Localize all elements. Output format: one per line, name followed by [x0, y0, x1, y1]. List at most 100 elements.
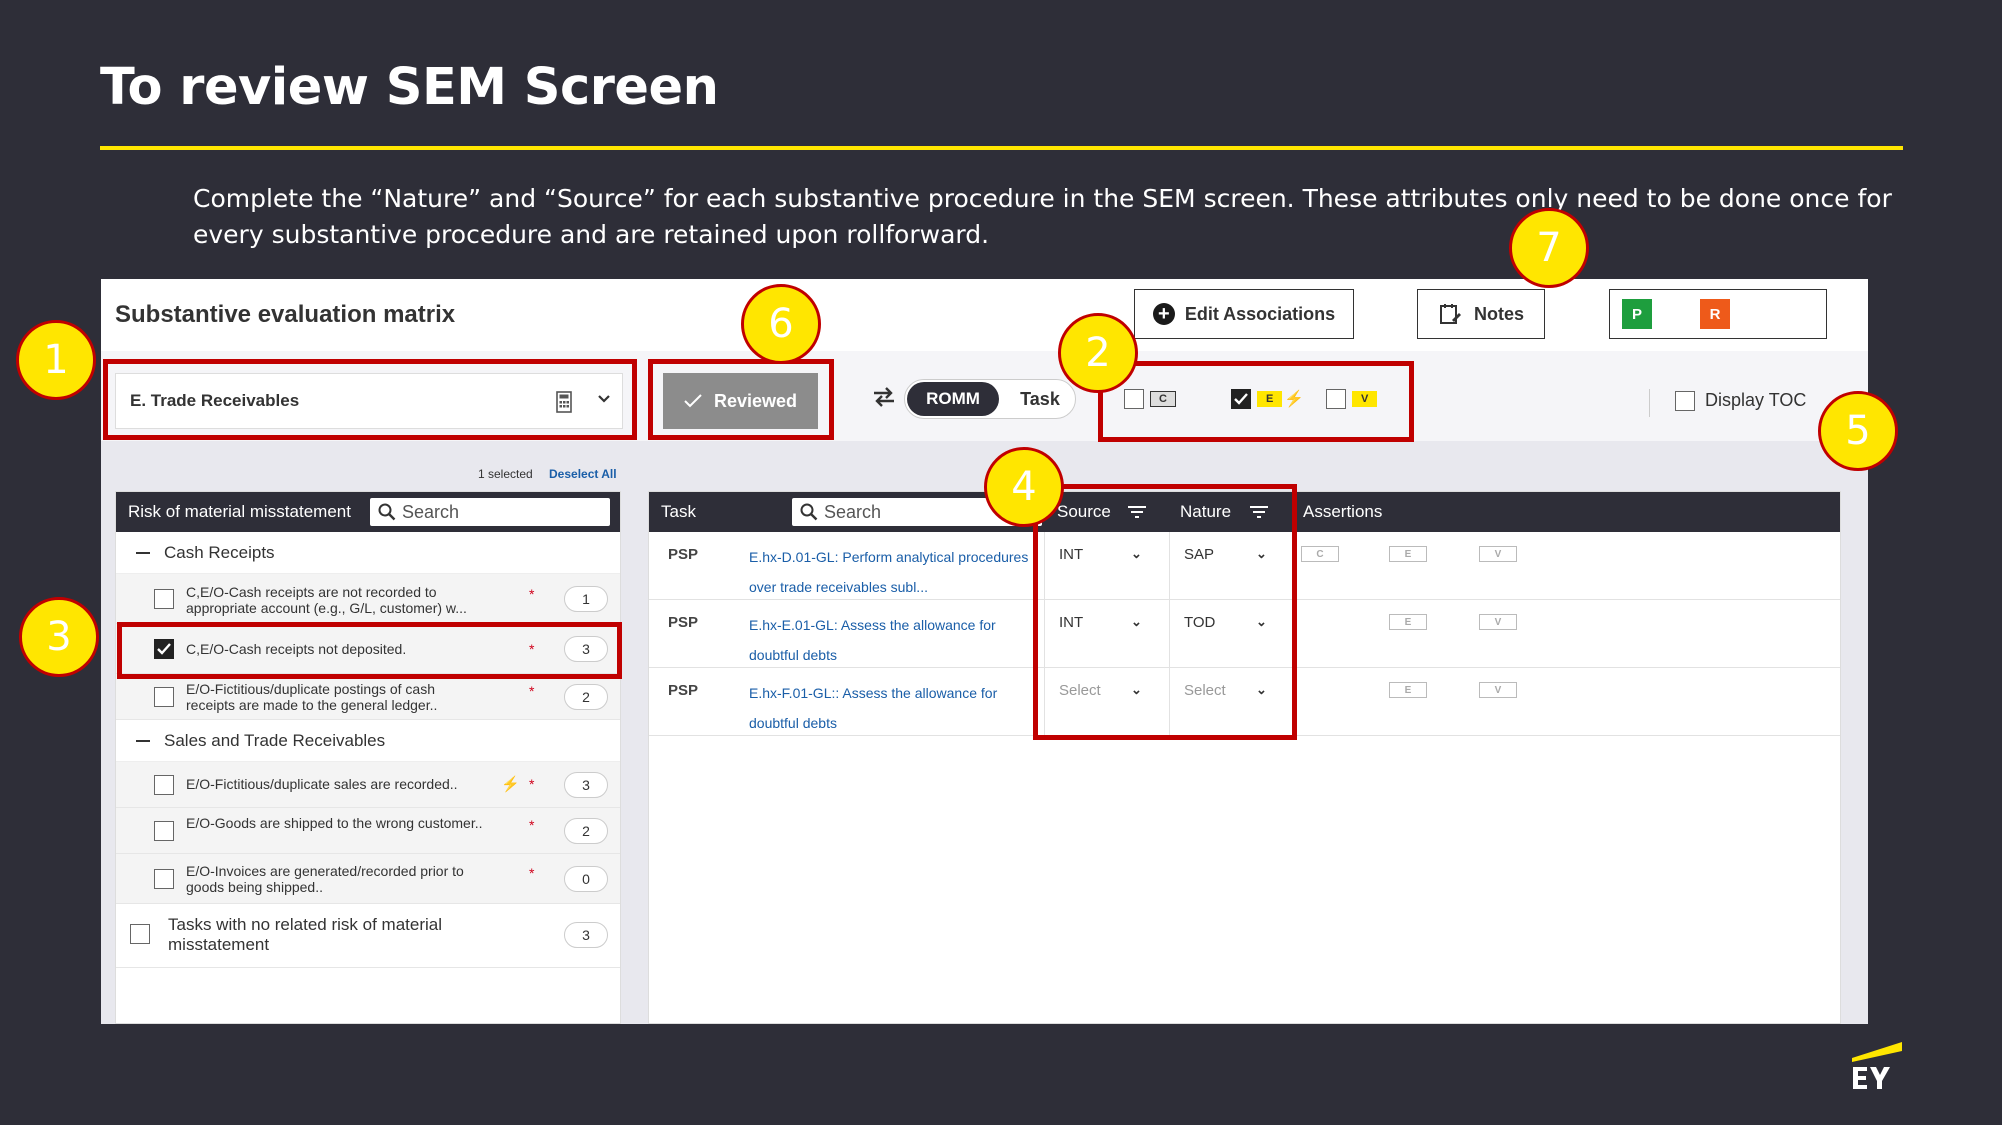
chevron-down-icon[interactable]: ⌄: [1256, 546, 1267, 562]
filter-e-chip: E: [1257, 391, 1283, 407]
risk-text: C,E/O-Cash receipts are not recorded to …: [186, 584, 467, 616]
risk-text: E/O-Fictitious/duplicate postings of cas…: [186, 681, 438, 713]
display-toc[interactable]: Display TOC: [1675, 390, 1806, 411]
column-divider: [1169, 532, 1170, 600]
assertions-column-header: Assertions: [1303, 502, 1383, 521]
risk-row[interactable]: E/O-Fictitious/duplicate postings of cas…: [116, 674, 620, 720]
risk-checkbox[interactable]: [154, 589, 174, 609]
nature-select[interactable]: TOD: [1184, 614, 1215, 631]
notes-button[interactable]: Notes: [1417, 289, 1545, 339]
filter-v[interactable]: V: [1326, 389, 1378, 409]
source-select[interactable]: INT: [1059, 614, 1083, 631]
assertion-v-chip: V: [1479, 546, 1517, 562]
assertion-v-chip: V: [1479, 682, 1517, 698]
filter-c-chip: C: [1150, 391, 1176, 407]
chevron-down-icon[interactable]: ⌄: [1131, 682, 1142, 698]
filter-v-chip: V: [1352, 391, 1378, 407]
risk-row[interactable]: E/O-Fictitious/duplicate sales are recor…: [116, 762, 620, 808]
column-divider: [1044, 532, 1045, 600]
deselect-all-link[interactable]: Deselect All: [549, 467, 617, 481]
romm-panel: Risk of material misstatement Search Cas…: [115, 491, 621, 1024]
chevron-down-icon[interactable]: ⌄: [1131, 614, 1142, 630]
chevron-down-icon: [596, 389, 612, 412]
account-dropdown[interactable]: E. Trade Receivables: [115, 373, 623, 429]
intro-text: Complete the “Nature” and “Source” for e…: [193, 184, 1892, 249]
notes-label: Notes: [1473, 303, 1524, 324]
risk-row[interactable]: C,E/O-Cash receipts are not recorded to …: [116, 574, 620, 624]
risk-checkbox[interactable]: [154, 639, 174, 659]
romm-search-input[interactable]: Search: [370, 498, 610, 526]
no-related-risk-checkbox[interactable]: [130, 924, 150, 944]
risk-text: E/O-Goods are shipped to the wrong custo…: [186, 815, 483, 831]
reviewed-button[interactable]: Reviewed: [663, 373, 818, 429]
risk-row[interactable]: E/O-Goods are shipped to the wrong custo…: [116, 808, 620, 854]
swap-arrows-icon[interactable]: [871, 385, 897, 416]
toggle-task[interactable]: Task: [1007, 382, 1073, 416]
romm-task-toggle[interactable]: ROMM Task: [904, 379, 1076, 419]
sem-screenshot: Substantive evaluation matrix + Edit Ass…: [101, 279, 1868, 1024]
assertion-e-chip: E: [1389, 614, 1427, 630]
group-label: Cash Receipts: [164, 542, 275, 562]
source-select[interactable]: INT: [1059, 546, 1083, 563]
preparer-reviewer-box[interactable]: P R: [1609, 289, 1827, 339]
risk-checkbox[interactable]: [154, 775, 174, 795]
risk-count: 3: [564, 772, 608, 798]
assertion-c-chip: C: [1301, 546, 1339, 562]
task-type: PSP: [668, 682, 699, 699]
edit-associations-button[interactable]: + Edit Associations: [1134, 289, 1354, 339]
risk-checkbox[interactable]: [154, 687, 174, 707]
toggle-romm[interactable]: ROMM: [907, 382, 999, 416]
filter-icon[interactable]: [1127, 504, 1147, 525]
callout-5: 5: [1818, 391, 1898, 471]
nature-column-header[interactable]: Nature: [1180, 502, 1231, 522]
task-type: PSP: [668, 614, 699, 631]
filter-c[interactable]: C: [1124, 389, 1176, 409]
search-icon: [378, 503, 396, 521]
chevron-down-icon[interactable]: ⌄: [1131, 546, 1142, 562]
reviewed-label: Reviewed: [713, 390, 798, 411]
no-related-risk-row[interactable]: Tasks with no related risk of material m…: [116, 904, 620, 968]
required-asterisk: *: [529, 865, 535, 881]
assertion-v-chip: V: [1479, 614, 1517, 630]
task-link[interactable]: E.hx-D.01-GL: Perform analytical procedu…: [749, 542, 1039, 602]
risk-checkbox[interactable]: [154, 821, 174, 841]
required-asterisk: *: [529, 776, 535, 792]
group-sales-trade-receivables[interactable]: Sales and Trade Receivables: [116, 720, 620, 762]
risk-count: 1: [564, 586, 608, 612]
column-divider: [1044, 600, 1045, 668]
display-toc-checkbox[interactable]: [1675, 390, 1695, 411]
task-link[interactable]: E.hx-F.01-GL:: Assess the allowance for …: [749, 678, 1039, 738]
risk-row[interactable]: E/O-Invoices are generated/recorded prio…: [116, 854, 620, 904]
filter-icon[interactable]: [1249, 504, 1269, 525]
filter-e-checkbox[interactable]: [1231, 389, 1251, 409]
assertion-e-chip: E: [1389, 682, 1427, 698]
required-asterisk: *: [529, 817, 535, 833]
filter-v-checkbox[interactable]: [1326, 389, 1346, 409]
risk-row[interactable]: C,E/O-Cash receipts not deposited. * 3: [116, 624, 620, 674]
filter-e[interactable]: E ⚡: [1231, 389, 1304, 409]
task-link[interactable]: E.hx-E.01-GL: Assess the allowance for d…: [749, 610, 1039, 670]
chevron-down-icon[interactable]: ⌄: [1256, 682, 1267, 698]
source-select[interactable]: Select: [1059, 682, 1101, 699]
filter-c-checkbox[interactable]: [1124, 389, 1144, 409]
risk-text: C,E/O-Cash receipts not deposited.: [186, 641, 407, 657]
column-divider: [1169, 668, 1170, 736]
risk-count: 0: [564, 866, 608, 892]
chevron-down-icon[interactable]: ⌄: [1256, 614, 1267, 630]
risk-checkbox[interactable]: [154, 869, 174, 889]
account-dropdown-value: E. Trade Receivables: [130, 391, 300, 410]
callout-4: 4: [984, 447, 1064, 527]
toolbar-divider: [1649, 389, 1650, 417]
callout-1: 1: [16, 320, 96, 400]
check-icon: [684, 394, 702, 408]
title-underline: [100, 146, 1903, 150]
search-icon: [800, 503, 818, 521]
collapse-icon: [136, 739, 150, 742]
ey-logo: [1850, 1040, 1906, 1096]
no-related-risk-count: 3: [564, 922, 608, 948]
task-panel-header: Task Search Source Nature Assertions: [649, 492, 1840, 532]
nature-select[interactable]: SAP: [1184, 546, 1214, 563]
source-column-header[interactable]: Source: [1057, 502, 1111, 522]
nature-select[interactable]: Select: [1184, 682, 1226, 699]
group-cash-receipts[interactable]: Cash Receipts: [116, 532, 620, 574]
